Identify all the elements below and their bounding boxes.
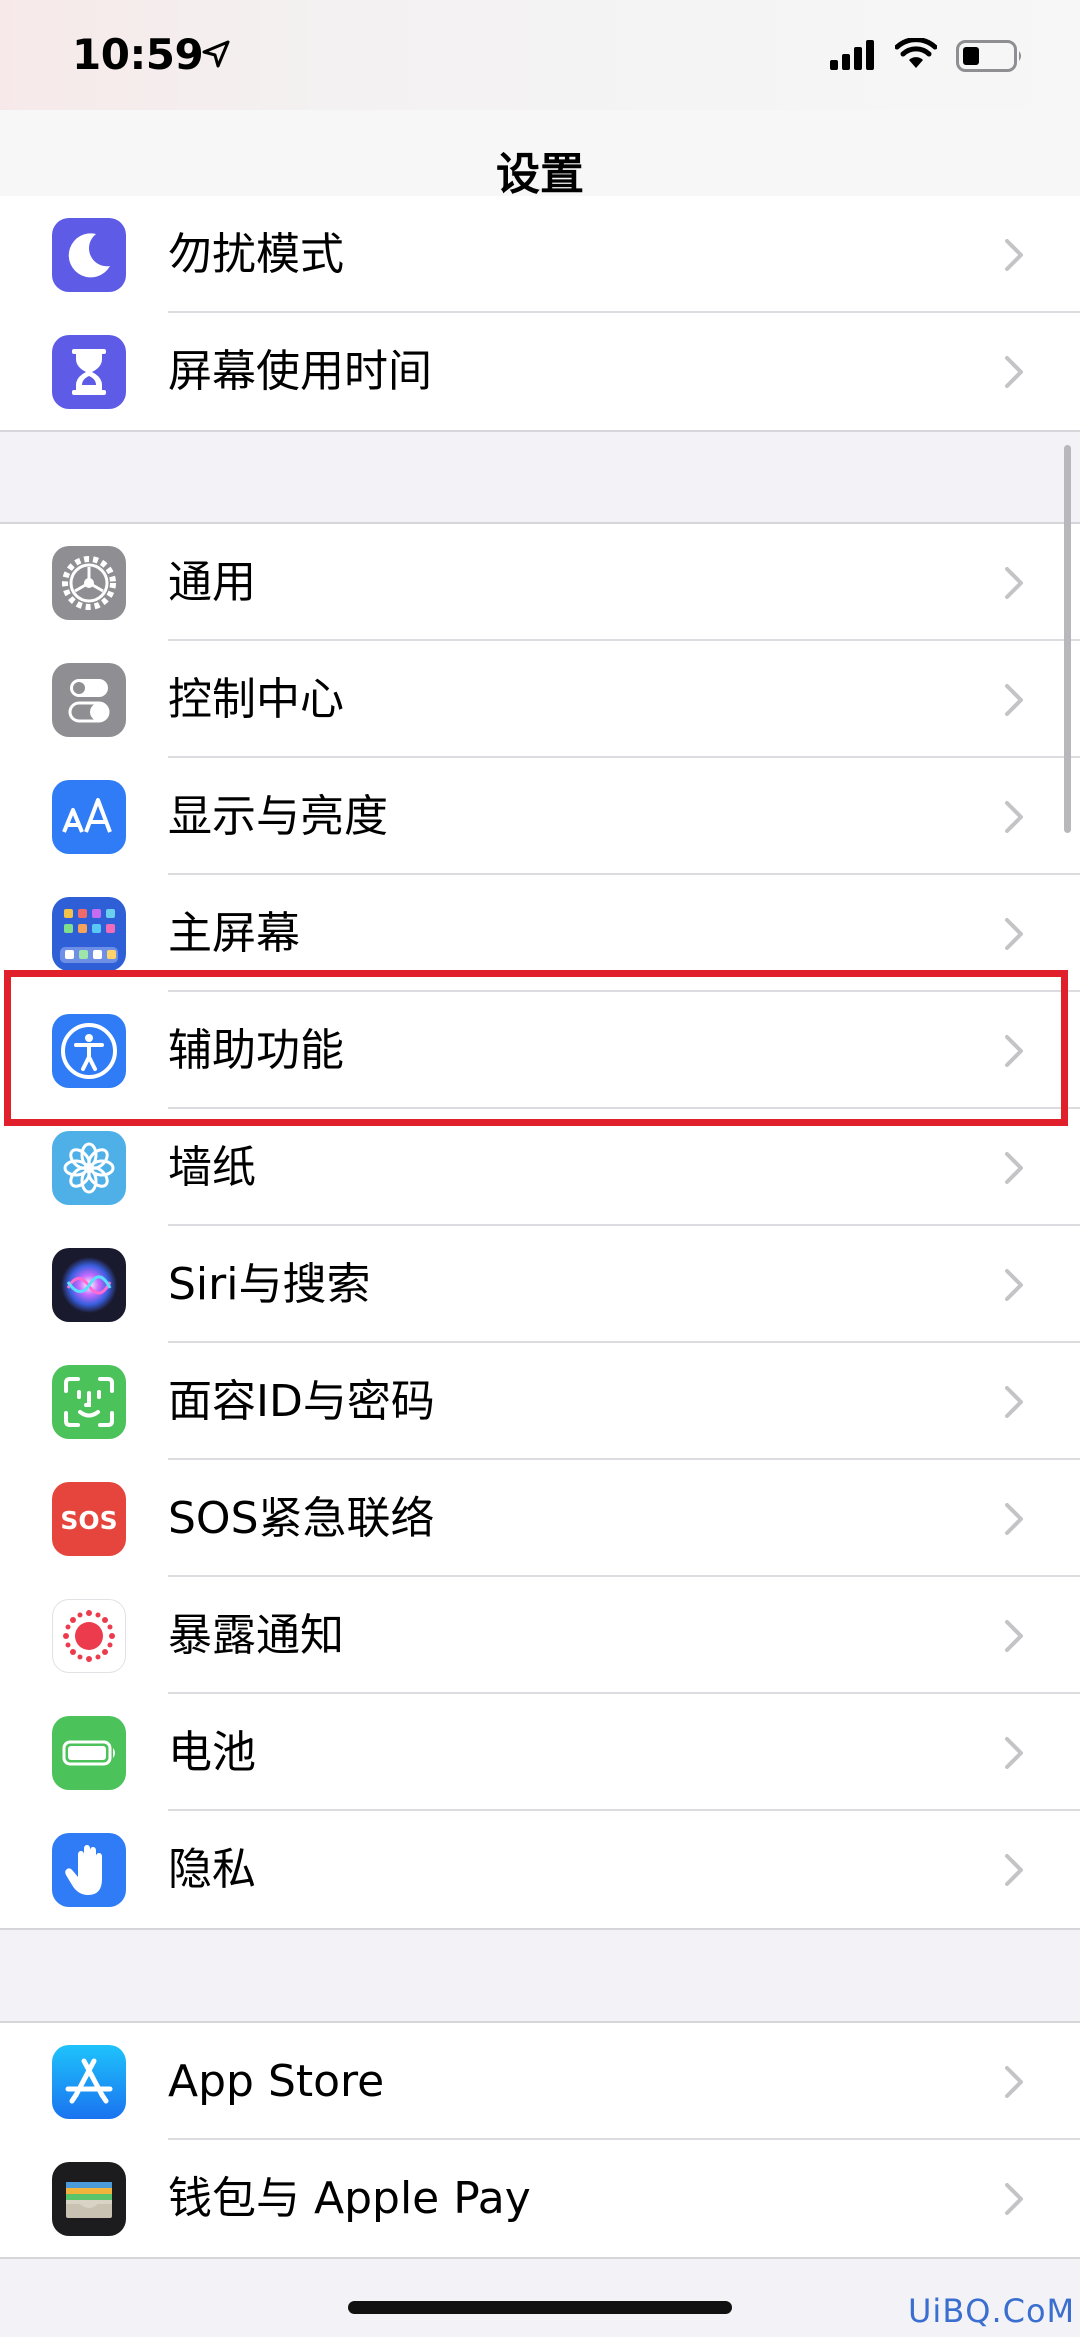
chevron-right-icon (1005, 684, 1023, 716)
settings-row-label: 墙纸 (168, 1142, 256, 1193)
settings-group-system: 通用 控制中心 显示与亮度 主屏幕 辅助功能 墙纸 Siri与搜索 面容ID与密… (0, 522, 1080, 1930)
home-screen-icon (52, 897, 126, 971)
settings-row-general[interactable]: 通用 (0, 524, 1080, 641)
settings-row-screen-time[interactable]: 屏幕使用时间 (0, 313, 1080, 430)
settings-row-display-brightness[interactable]: 显示与亮度 (0, 758, 1080, 875)
settings-row-exposure-notifications[interactable]: 暴露通知 (0, 1577, 1080, 1694)
settings-row-face-id-passcode[interactable]: 面容ID与密码 (0, 1343, 1080, 1460)
settings-row-privacy[interactable]: 隐私 (0, 1811, 1080, 1928)
chevron-right-icon (1005, 1503, 1023, 1535)
home-indicator[interactable] (348, 2301, 732, 2314)
settings-row-label: 主屏幕 (168, 908, 300, 959)
settings-group-focus: 勿扰模式 屏幕使用时间 (0, 196, 1080, 432)
toggles-icon (52, 663, 126, 737)
wallet-icon (52, 2162, 126, 2236)
settings-row-label: 控制中心 (168, 674, 344, 725)
text-size-icon (52, 780, 126, 854)
scrollbar[interactable] (1064, 445, 1071, 833)
page-title: 设置 (496, 149, 584, 200)
flower-icon (52, 1131, 126, 1205)
settings-row-label: 显示与亮度 (168, 791, 388, 842)
chevron-right-icon (1005, 567, 1023, 599)
watermark: UiBQ.CoM (908, 2292, 1076, 2330)
accessibility-icon (52, 1014, 126, 1088)
chevron-right-icon (1005, 1035, 1023, 1067)
cellular-signal-icon (830, 40, 874, 70)
hand-icon (52, 1833, 126, 1907)
settings-row-siri-search[interactable]: Siri与搜索 (0, 1226, 1080, 1343)
sos-icon: SOS (52, 1482, 126, 1556)
settings-row-wallet-apple-pay[interactable]: 钱包与 Apple Pay (0, 2140, 1080, 2257)
wifi-icon (895, 38, 937, 68)
battery-status-icon (956, 40, 1021, 72)
chevron-right-icon (1005, 239, 1023, 271)
chevron-right-icon (1005, 801, 1023, 833)
settings-row-label: 暴露通知 (168, 1610, 344, 1661)
settings-row-label: SOS紧急联络 (168, 1493, 435, 1544)
settings-row-control-center[interactable]: 控制中心 (0, 641, 1080, 758)
chevron-right-icon (1005, 1152, 1023, 1184)
settings-group-store: App Store 钱包与 Apple Pay (0, 2021, 1080, 2259)
location-arrow-icon (202, 40, 230, 68)
chevron-right-icon (1005, 1386, 1023, 1418)
settings-row-label: 隐私 (168, 1844, 256, 1895)
settings-row-emergency-sos[interactable]: SOS SOS紧急联络 (0, 1460, 1080, 1577)
chevron-right-icon (1005, 1620, 1023, 1652)
app-store-icon (52, 2045, 126, 2119)
hourglass-icon (52, 335, 126, 409)
settings-row-label: 钱包与 Apple Pay (168, 2173, 531, 2224)
face-id-icon (52, 1365, 126, 1439)
settings-row-label: Siri与搜索 (168, 1259, 371, 1310)
settings-row-label: 电池 (168, 1727, 256, 1778)
chevron-right-icon (1005, 918, 1023, 950)
gear-icon (52, 546, 126, 620)
settings-row-label: App Store (168, 2056, 385, 2107)
settings-row-label: 通用 (168, 557, 256, 608)
settings-row-battery[interactable]: 电池 (0, 1694, 1080, 1811)
settings-row-accessibility[interactable]: 辅助功能 (0, 992, 1080, 1109)
exposure-icon (52, 1599, 126, 1673)
moon-icon (52, 218, 126, 292)
settings-row-label: 面容ID与密码 (168, 1376, 435, 1427)
settings-row-app-store[interactable]: App Store (0, 2023, 1080, 2140)
settings-row-home-screen[interactable]: 主屏幕 (0, 875, 1080, 992)
battery-icon (52, 1716, 126, 1790)
settings-row-label: 勿扰模式 (168, 229, 344, 280)
siri-icon (52, 1248, 126, 1322)
settings-row-do-not-disturb[interactable]: 勿扰模式 (0, 196, 1080, 313)
status-bar: 10:59 (0, 0, 1080, 110)
settings-row-label: 辅助功能 (168, 1025, 344, 1076)
status-time: 10:59 (72, 30, 204, 79)
sos-icon-text: SOS (60, 1506, 117, 1535)
chevron-right-icon (1005, 2066, 1023, 2098)
chevron-right-icon (1005, 2183, 1023, 2215)
settings-row-wallpaper[interactable]: 墙纸 (0, 1109, 1080, 1226)
chevron-right-icon (1005, 1854, 1023, 1886)
chevron-right-icon (1005, 1737, 1023, 1769)
chevron-right-icon (1005, 1269, 1023, 1301)
chevron-right-icon (1005, 356, 1023, 388)
settings-row-label: 屏幕使用时间 (168, 346, 432, 397)
